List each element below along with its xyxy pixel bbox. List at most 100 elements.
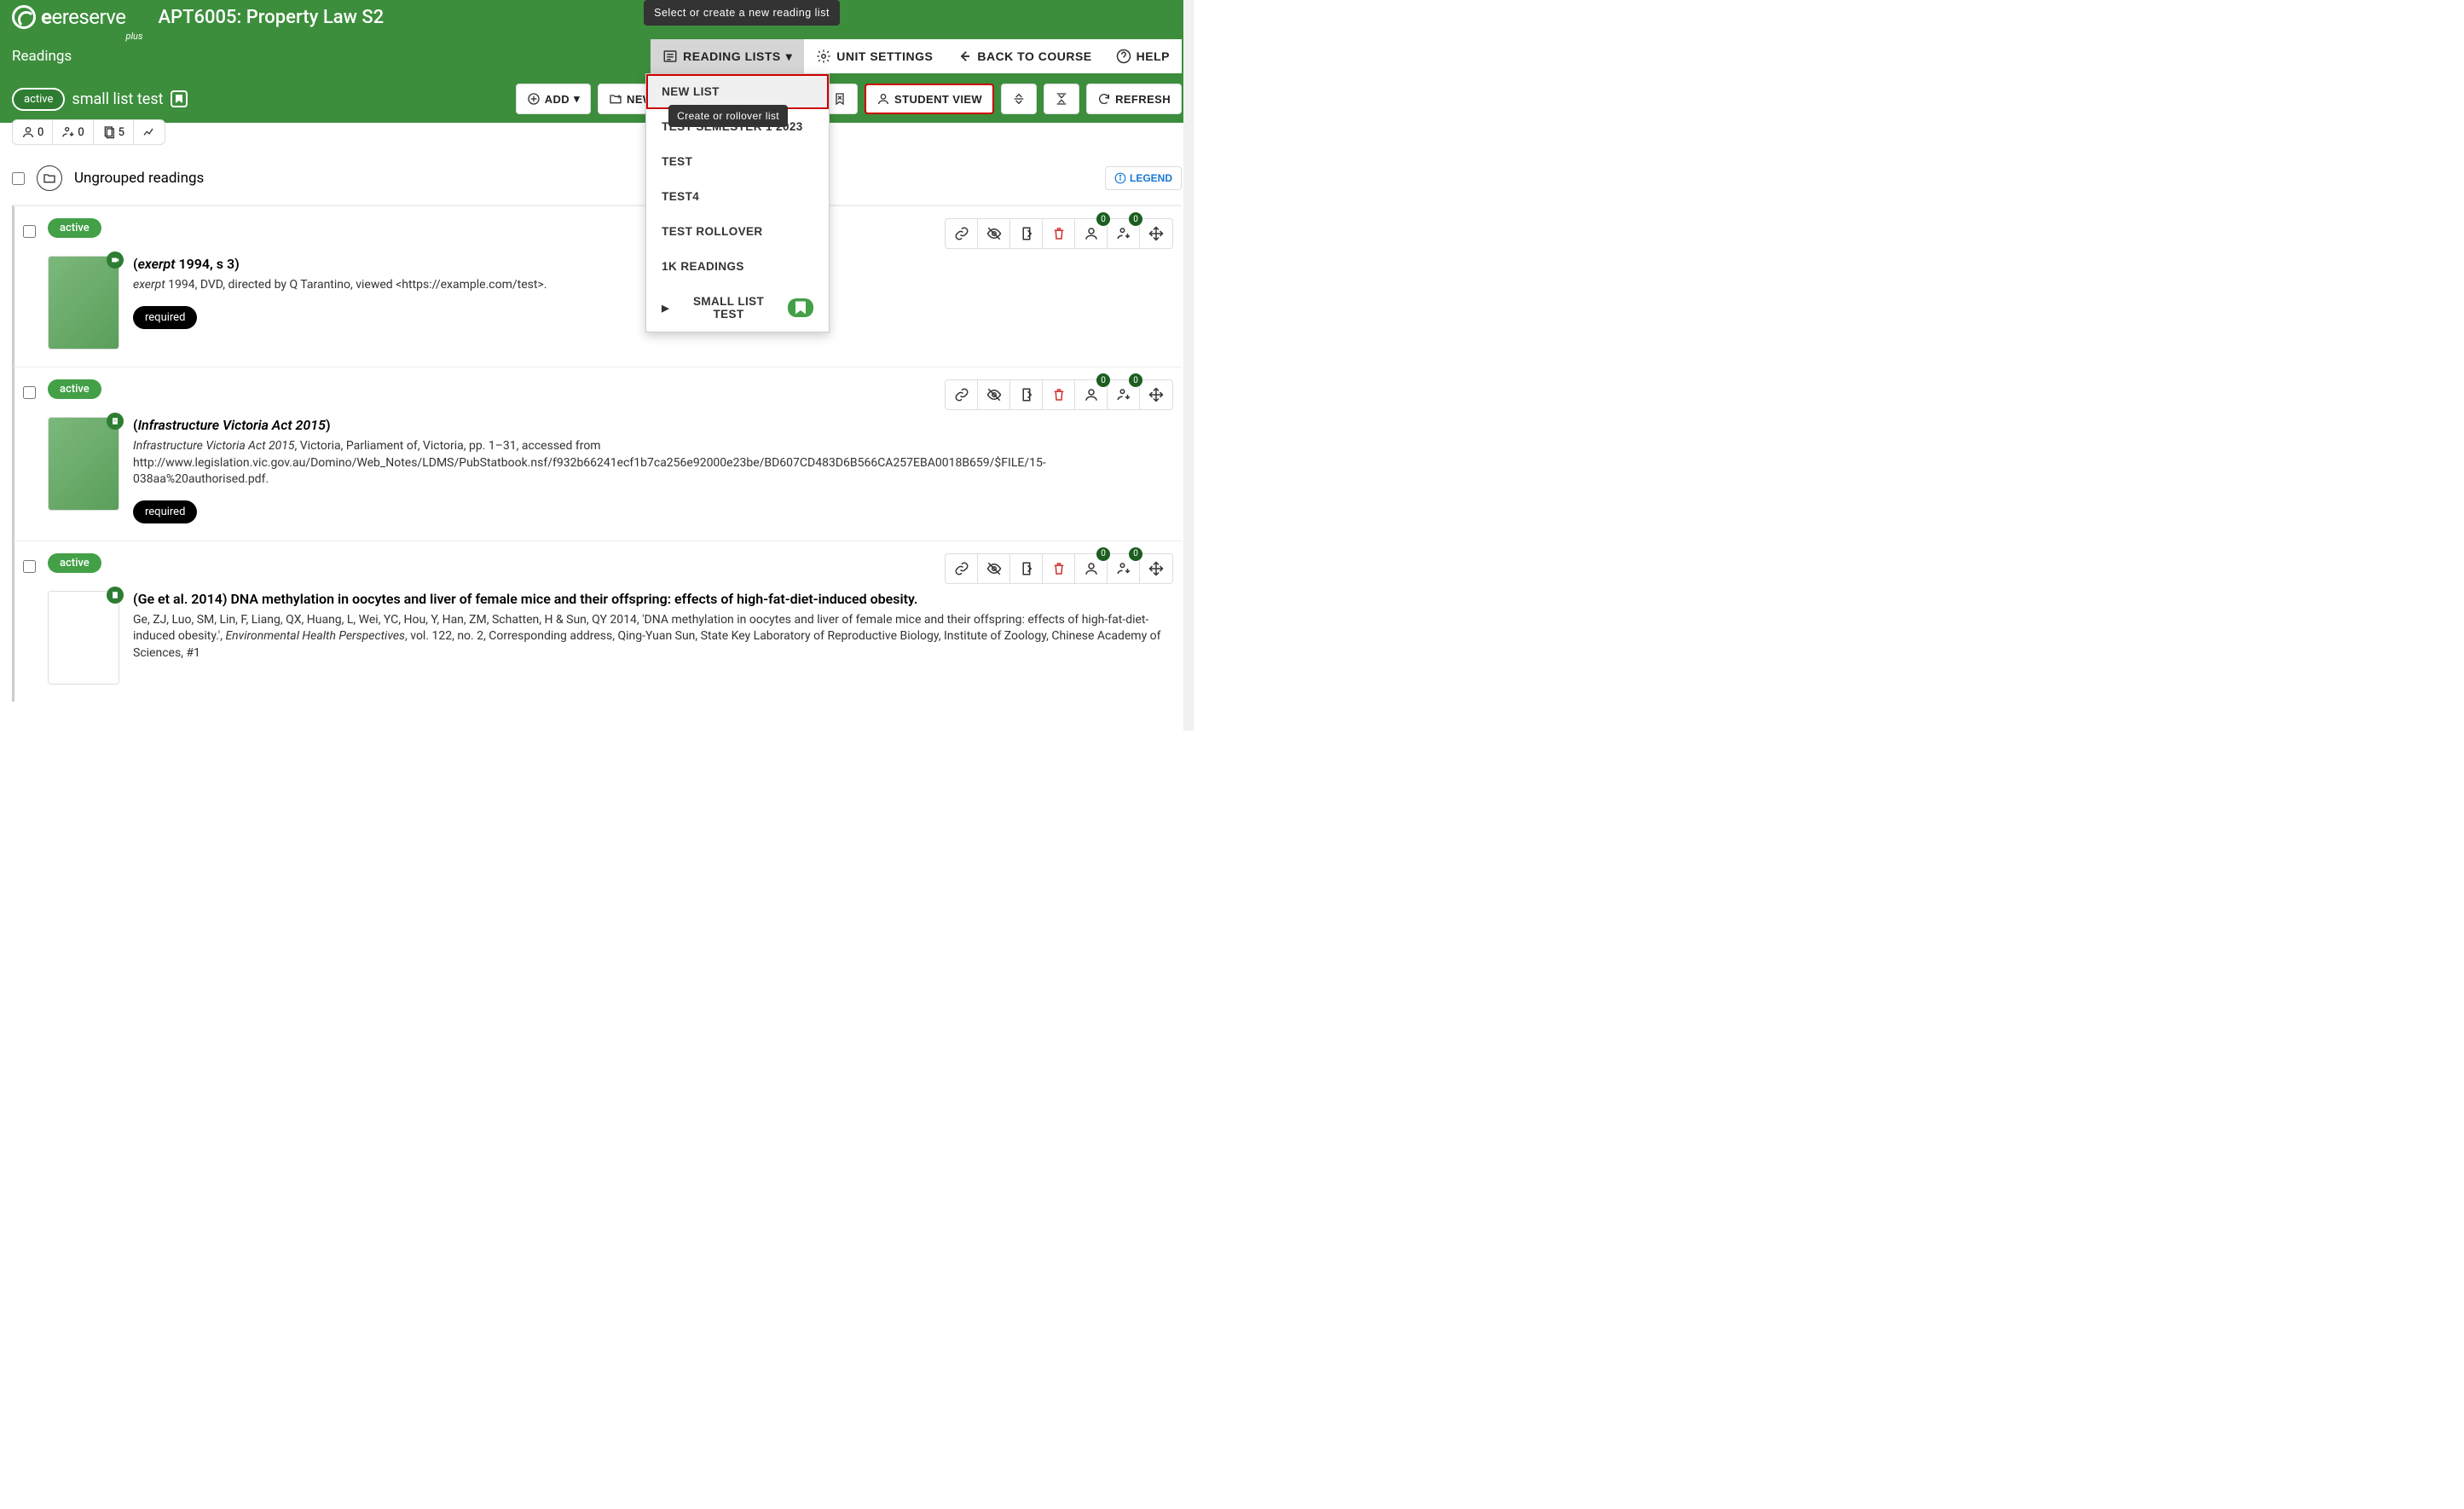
reading-thumbnail[interactable] xyxy=(48,417,119,511)
reading-checkbox[interactable] xyxy=(23,225,36,238)
link-action[interactable] xyxy=(946,219,978,248)
help-button[interactable]: HELP xyxy=(1104,39,1182,73)
dropdown-item[interactable]: TEST ROLLOVER xyxy=(646,214,829,249)
new-list-label: NEW LIST xyxy=(662,85,720,98)
reading-item: active 0 0 (Infrastructure Victoria Act … xyxy=(12,367,1182,541)
user-down-action[interactable]: 0 xyxy=(1108,554,1140,583)
reading-actions: 0 0 xyxy=(945,553,1173,584)
unit-settings-button[interactable]: UNIT SETTINGS xyxy=(804,39,945,73)
reading-lists-label: READING LISTS xyxy=(683,49,781,63)
user-action[interactable]: 0 xyxy=(1075,554,1108,583)
reading-citation: Ge, ZJ, Luo, SM, Lin, F, Liang, QX, Huan… xyxy=(133,612,1173,662)
dropdown-item[interactable]: TEST SEMESTER 1 2023 xyxy=(646,109,829,144)
add-button[interactable]: ADD ▾ xyxy=(516,84,591,114)
document-icon xyxy=(107,587,124,604)
collapse-button[interactable] xyxy=(1001,84,1037,114)
link-action[interactable] xyxy=(946,380,978,409)
stat-users[interactable]: 0 xyxy=(13,120,53,144)
edit-action[interactable] xyxy=(1010,219,1043,248)
video-icon xyxy=(107,252,124,269)
list-info: active small list test xyxy=(12,88,188,111)
legend-button[interactable]: LEGEND xyxy=(1105,166,1182,190)
dropdown-item[interactable]: TEST4 xyxy=(646,179,829,214)
student-view-label: STUDENT VIEW xyxy=(894,93,982,106)
reading-title[interactable]: (Infrastructure Victoria Act 2015) xyxy=(133,417,1173,433)
stat-pages[interactable]: 5 xyxy=(94,120,134,144)
reading-lists-button[interactable]: Select or create a new reading list READ… xyxy=(651,39,804,73)
delete-action[interactable] xyxy=(1043,380,1075,409)
info-icon xyxy=(1114,172,1126,184)
folder-icon xyxy=(37,165,62,191)
scrollbar[interactable] xyxy=(1183,0,1194,731)
top-nav: Select or create a new reading list READ… xyxy=(651,39,1182,73)
refresh-button[interactable]: REFRESH xyxy=(1086,84,1182,114)
current-list-label: SMALL LIST TEST xyxy=(676,295,781,321)
back-label: BACK TO COURSE xyxy=(977,49,1091,63)
user-icon xyxy=(21,125,35,139)
reading-actions: 0 0 xyxy=(945,218,1173,249)
required-tag: required xyxy=(133,500,197,523)
reading-title[interactable]: (Ge et al. 2014) DNA methylation in oocy… xyxy=(133,591,1173,607)
edit-action[interactable] xyxy=(1010,380,1043,409)
list-icon xyxy=(662,49,678,64)
link-action[interactable] xyxy=(946,554,978,583)
user-action[interactable]: 0 xyxy=(1075,219,1108,248)
bookmark-icon[interactable] xyxy=(171,90,188,107)
status-pill: active xyxy=(48,379,101,399)
stat-chart[interactable] xyxy=(134,120,165,144)
group-title: Ungrouped readings xyxy=(74,170,204,187)
dropdown-new-list[interactable]: NEW LIST Create or rollover list xyxy=(646,74,829,109)
user-down-action[interactable]: 0 xyxy=(1108,219,1140,248)
document-icon xyxy=(107,413,124,430)
back-to-course-button[interactable]: BACK TO COURSE xyxy=(945,39,1103,73)
chevron-down-icon: ▾ xyxy=(786,49,793,64)
logo-swirl-icon xyxy=(12,5,36,29)
status-pill: active xyxy=(48,218,101,238)
required-tag: required xyxy=(133,306,197,329)
hide-action[interactable] xyxy=(978,219,1010,248)
group-header: Ungrouped readings LEGEND xyxy=(12,157,1182,205)
reading-checkbox[interactable] xyxy=(23,386,36,399)
readings-label: Readings xyxy=(12,48,72,65)
hide-action[interactable] xyxy=(978,554,1010,583)
reading-thumbnail[interactable] xyxy=(48,591,119,685)
dropdown-item-current[interactable]: ▶ SMALL LIST TEST xyxy=(646,284,829,332)
delete-action[interactable] xyxy=(1043,554,1075,583)
hide-action[interactable] xyxy=(978,380,1010,409)
stat-downloads[interactable]: 0 xyxy=(53,120,93,144)
reading-citation: Infrastructure Victoria Act 2015, Victor… xyxy=(133,438,1173,489)
toolbar: ADD ▾ NEW GROUP EXPORT ▾ STUDENT VIEW xyxy=(516,84,1182,114)
arrow-left-icon xyxy=(957,49,972,64)
group-checkbox[interactable] xyxy=(12,172,25,185)
collapse-icon xyxy=(1012,92,1026,106)
reading-lists-tooltip: Select or create a new reading list xyxy=(644,0,840,26)
unit-settings-label: UNIT SETTINGS xyxy=(836,49,933,63)
bookmark-x-icon xyxy=(833,92,847,106)
refresh-icon xyxy=(1097,92,1111,106)
list-status-pill: active xyxy=(12,88,65,111)
expand-button[interactable] xyxy=(1044,84,1079,114)
move-action[interactable] xyxy=(1140,219,1172,248)
legend-label: LEGEND xyxy=(1130,172,1172,184)
student-view-button[interactable]: STUDENT VIEW xyxy=(865,84,994,114)
expand-icon xyxy=(1055,92,1068,106)
bookmark-icon xyxy=(788,298,813,317)
dropdown-item[interactable]: 1K READINGS xyxy=(646,249,829,284)
user-action[interactable]: 0 xyxy=(1075,380,1108,409)
list-name: small list test xyxy=(72,90,163,108)
delete-action[interactable] xyxy=(1043,219,1075,248)
add-label: ADD xyxy=(545,93,570,106)
logo-sub: plus xyxy=(125,31,142,42)
reading-actions: 0 0 xyxy=(945,379,1173,410)
help-label: HELP xyxy=(1137,49,1170,63)
reading-item: active 0 0 (Ge et al. 2014) DNA methylat… xyxy=(12,541,1182,702)
dropdown-item[interactable]: TEST xyxy=(646,144,829,179)
course-title: APT6005: Property Law S2 xyxy=(158,7,384,28)
reading-checkbox[interactable] xyxy=(23,560,36,573)
user-down-action[interactable]: 0 xyxy=(1108,380,1140,409)
status-pill: active xyxy=(48,553,101,573)
reading-thumbnail[interactable] xyxy=(48,256,119,350)
move-action[interactable] xyxy=(1140,554,1172,583)
move-action[interactable] xyxy=(1140,380,1172,409)
edit-action[interactable] xyxy=(1010,554,1043,583)
